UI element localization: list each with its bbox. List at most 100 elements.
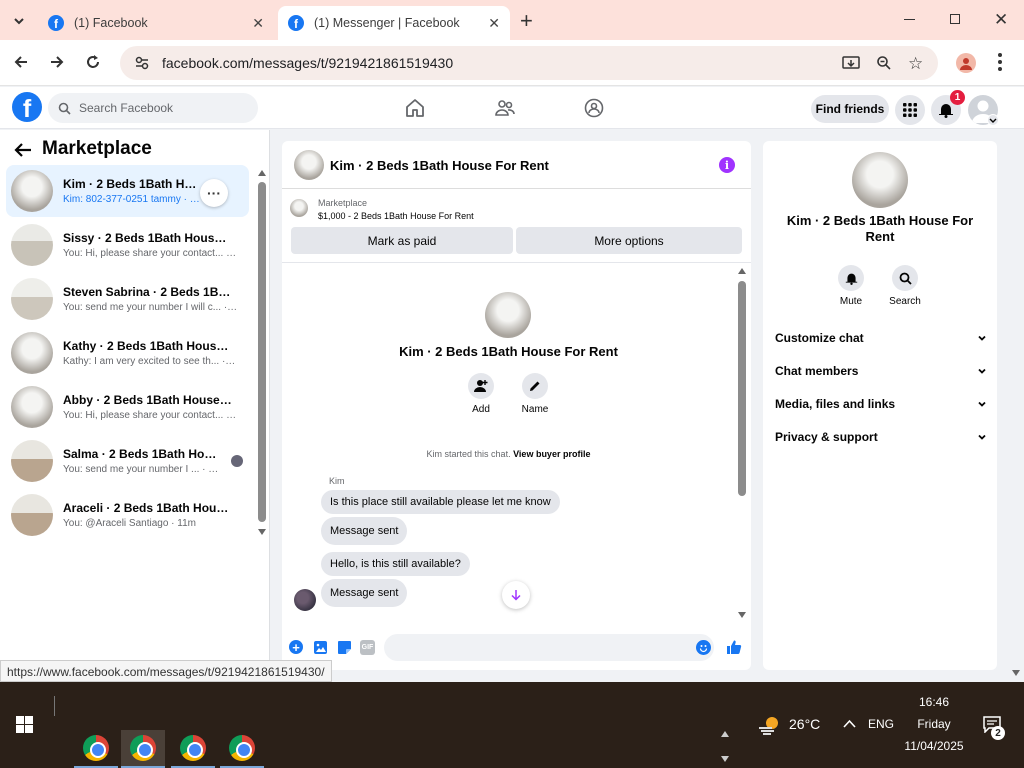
back-button[interactable] bbox=[12, 53, 30, 71]
clock-time[interactable]: 16:46 bbox=[902, 695, 966, 709]
chat-scroll-down[interactable] bbox=[738, 612, 746, 618]
sidebar-scroll-down[interactable] bbox=[258, 529, 266, 535]
sidebar-scrollbar-thumb[interactable] bbox=[258, 182, 266, 522]
name-button[interactable] bbox=[522, 373, 548, 399]
friends-icon bbox=[495, 100, 515, 116]
taskbar-chrome-2[interactable] bbox=[121, 730, 165, 768]
menu-grid-button[interactable] bbox=[895, 95, 925, 125]
listing-thumbnail bbox=[290, 199, 308, 217]
conversation-name: Kathy · 2 Beds 1Bath House For ... bbox=[63, 339, 233, 353]
conversation-item[interactable]: Kim · 2 Beds 1Bath House For Rent Kim: 8… bbox=[6, 165, 249, 217]
forward-button[interactable] bbox=[48, 53, 66, 71]
section-media-files-links[interactable]: Media, files and links bbox=[775, 397, 987, 411]
restore-button[interactable] bbox=[950, 14, 960, 24]
more-actions-icon[interactable]: + bbox=[289, 640, 303, 654]
hidden-icons-chevron[interactable] bbox=[843, 719, 856, 729]
conversation-item[interactable]: Steven Sabrina · 2 Beds 1Bath H... You: … bbox=[6, 273, 249, 325]
pencil-icon bbox=[530, 381, 540, 391]
chat-avatar[interactable] bbox=[294, 150, 324, 180]
tab-close-icon[interactable]: ✕ bbox=[488, 15, 500, 32]
temperature[interactable]: 26°C bbox=[789, 716, 820, 732]
view-buyer-profile-link[interactable]: View buyer profile bbox=[513, 449, 590, 459]
browser-menu-icon[interactable] bbox=[998, 53, 1002, 71]
chat-scrollbar-thumb[interactable] bbox=[738, 281, 746, 496]
profile-avatar[interactable] bbox=[485, 292, 531, 338]
facebook-search-input[interactable]: Search Facebook bbox=[48, 93, 258, 123]
page-scroll-down[interactable] bbox=[1012, 670, 1020, 676]
clock-date[interactable]: 11/04/2025 bbox=[902, 739, 966, 753]
account-chevron-icon[interactable] bbox=[987, 114, 999, 126]
minimize-button[interactable] bbox=[904, 19, 915, 20]
taskbar-scroll-up[interactable] bbox=[721, 731, 729, 737]
zoom-icon[interactable] bbox=[876, 55, 892, 71]
more-options-button[interactable]: ··· bbox=[200, 179, 228, 207]
install-app-icon[interactable] bbox=[842, 55, 860, 71]
info-avatar[interactable] bbox=[852, 152, 908, 208]
arrow-down-icon bbox=[511, 590, 521, 601]
taskbar-chrome-1[interactable] bbox=[74, 730, 118, 768]
site-info-icon[interactable] bbox=[134, 55, 150, 71]
info-name: Kim · 2 Beds 1Bath House For Rent bbox=[786, 213, 974, 244]
conversation-item[interactable]: Salma · 2 Beds 1Bath House F... You: sen… bbox=[6, 435, 249, 487]
listing-thumbnail bbox=[11, 170, 53, 212]
nav-friends[interactable] bbox=[495, 98, 515, 118]
find-friends-button[interactable]: Find friends bbox=[811, 95, 889, 123]
input-language[interactable]: ENG bbox=[868, 717, 894, 731]
profile-avatar[interactable] bbox=[956, 53, 976, 73]
taskbar-divider bbox=[54, 696, 55, 716]
like-icon[interactable] bbox=[726, 639, 742, 655]
search-in-chat-button[interactable] bbox=[892, 265, 918, 291]
clock-day[interactable]: Friday bbox=[902, 717, 966, 731]
chat-scroll-up[interactable] bbox=[738, 268, 746, 274]
gif-icon[interactable]: GIF bbox=[360, 640, 375, 655]
chevron-down-icon bbox=[978, 434, 986, 440]
section-chat-members[interactable]: Chat members bbox=[775, 364, 987, 378]
conversation-item[interactable]: Araceli · 2 Beds 1Bath House Fo... You: … bbox=[6, 489, 249, 541]
browser-toolbar: facebook.com/messages/t/9219421861519430… bbox=[0, 40, 1024, 86]
scroll-to-bottom-button[interactable] bbox=[502, 581, 530, 609]
chat-panel: Kim · 2 Beds 1Bath House For Rent i Mark… bbox=[282, 141, 751, 670]
started-text: Kim started this chat. bbox=[426, 449, 511, 459]
chat-title[interactable]: Kim · 2 Beds 1Bath House For Rent bbox=[330, 158, 549, 173]
tab-close-icon[interactable]: ✕ bbox=[252, 15, 264, 32]
nav-groups[interactable] bbox=[584, 98, 604, 118]
section-privacy-support[interactable]: Privacy & support bbox=[775, 430, 987, 444]
address-bar[interactable]: facebook.com/messages/t/9219421861519430… bbox=[120, 46, 938, 80]
more-options-button[interactable]: More options bbox=[516, 227, 742, 254]
facebook-logo[interactable]: f bbox=[12, 92, 42, 122]
name-label: Name bbox=[521, 404, 549, 415]
taskbar-chrome-3[interactable] bbox=[171, 730, 215, 768]
profile-name: Kim · 2 Beds 1Bath House For Rent bbox=[399, 344, 618, 359]
chat-info-panel: Kim · 2 Beds 1Bath House For Rent Mute S… bbox=[763, 141, 997, 670]
add-people-button[interactable] bbox=[468, 373, 494, 399]
info-button[interactable]: i bbox=[719, 157, 735, 173]
reload-button[interactable] bbox=[84, 53, 102, 71]
close-window-button[interactable]: ✕ bbox=[994, 10, 1008, 30]
tab-search-button[interactable] bbox=[8, 10, 30, 32]
bookmark-star-icon[interactable]: ☆ bbox=[908, 54, 923, 74]
attach-image-icon[interactable] bbox=[313, 640, 328, 655]
mute-button[interactable] bbox=[838, 265, 864, 291]
mark-as-paid-button[interactable]: Mark as paid bbox=[291, 227, 513, 254]
listing-title[interactable]: $1,000 - 2 Beds 1Bath House For Rent bbox=[318, 211, 474, 221]
section-customize-chat[interactable]: Customize chat bbox=[775, 331, 987, 345]
back-arrow-button[interactable] bbox=[14, 142, 32, 158]
taskbar-scroll-down[interactable] bbox=[721, 756, 729, 762]
tab-facebook[interactable]: f (1) Facebook ✕ bbox=[38, 6, 274, 40]
weather-icon[interactable] bbox=[758, 714, 782, 736]
nav-home[interactable] bbox=[405, 98, 425, 118]
new-tab-button[interactable]: + bbox=[520, 8, 533, 34]
start-button[interactable] bbox=[16, 716, 33, 733]
sidebar-scroll-up[interactable] bbox=[258, 170, 266, 176]
conversation-item[interactable]: Kathy · 2 Beds 1Bath House For ... Kathy… bbox=[6, 327, 249, 379]
taskbar-chrome-4[interactable] bbox=[220, 730, 264, 768]
tab-messenger[interactable]: f (1) Messenger | Facebook ✕ bbox=[278, 6, 510, 40]
section-label: Customize chat bbox=[775, 331, 864, 345]
chevron-down-icon bbox=[978, 368, 986, 374]
sticker-icon[interactable] bbox=[337, 640, 352, 655]
conversation-item[interactable]: Sissy · 2 Beds 1Bath House For ... You: … bbox=[6, 219, 249, 271]
chat-header: Kim · 2 Beds 1Bath House For Rent i bbox=[282, 141, 751, 189]
emoji-icon[interactable] bbox=[696, 640, 711, 655]
conversation-item[interactable]: Abby · 2 Beds 1Bath House For ... You: H… bbox=[6, 381, 249, 433]
message-input[interactable] bbox=[384, 634, 714, 661]
